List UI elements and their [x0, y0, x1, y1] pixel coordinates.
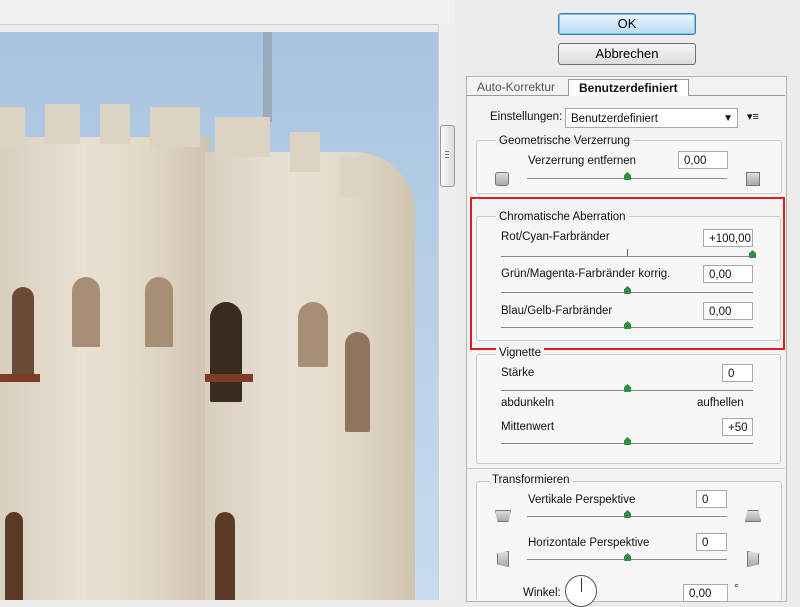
remove-distortion-field[interactable]: 0,00 — [678, 151, 728, 169]
angle-field[interactable]: 0,00 — [683, 584, 728, 602]
grip-line — [445, 154, 449, 155]
merlon — [340, 157, 370, 197]
amount-label: Stärke — [501, 367, 535, 379]
scrollbar-thumb[interactable] — [440, 125, 455, 187]
darken-label: abdunkeln — [501, 397, 555, 409]
window-sill — [205, 374, 253, 382]
window-sill — [0, 374, 40, 382]
merlon — [100, 104, 130, 144]
angle-label: Winkel: — [523, 587, 561, 599]
geometric-group — [476, 140, 782, 194]
merlon — [45, 104, 80, 144]
flagpole — [263, 32, 272, 122]
settings-select[interactable]: Benutzerdefiniert ▼ — [565, 108, 738, 128]
merlon — [215, 117, 270, 157]
pincushion-distortion-icon — [746, 172, 760, 186]
barrel-distortion-icon — [495, 172, 509, 186]
vertical-perspective-left-icon — [495, 510, 511, 522]
horizontal-perspective-label: Horizontale Perspektive — [528, 537, 650, 549]
tab-auto-correction[interactable]: Auto-Korrektur — [471, 79, 561, 96]
merlon — [290, 132, 320, 172]
vertical-perspective-label: Vertikale Perspektive — [528, 494, 636, 506]
vertical-perspective-field[interactable]: 0 — [696, 490, 727, 508]
grip-line — [445, 157, 449, 158]
window — [215, 512, 235, 600]
merlon — [0, 107, 25, 147]
midpoint-label: Mittenwert — [501, 421, 555, 433]
cancel-button[interactable]: Abbrechen — [558, 43, 696, 65]
window — [145, 277, 173, 347]
tab-custom[interactable]: Benutzerdefiniert — [568, 79, 689, 96]
horizontal-perspective-field[interactable]: 0 — [696, 533, 727, 551]
window — [298, 302, 328, 367]
amount-field[interactable]: 0 — [722, 364, 753, 382]
window — [72, 277, 100, 347]
merlon — [150, 107, 200, 147]
preview-scrollbar[interactable] — [438, 24, 456, 600]
window — [5, 512, 23, 600]
ok-button[interactable]: OK — [558, 13, 696, 35]
settings-menu-icon[interactable]: ▾≡ — [747, 110, 759, 123]
geometric-title: Geometrische Verzerrung — [496, 135, 634, 147]
vignette-title: Vignette — [496, 347, 544, 359]
window — [210, 302, 242, 402]
section-divider — [466, 468, 785, 469]
chevron-down-icon: ▼ — [723, 113, 733, 124]
remove-distortion-label: Verzerrung entfernen — [528, 155, 637, 167]
highlight-box — [470, 197, 785, 350]
grip-line — [445, 151, 449, 152]
window — [345, 332, 370, 432]
preview-image[interactable] — [0, 32, 438, 600]
settings-select-value: Benutzerdefiniert — [571, 113, 658, 125]
window — [12, 287, 34, 377]
horizontal-perspective-left-icon — [497, 551, 509, 567]
horizontal-perspective-right-icon — [747, 551, 759, 567]
angle-dial-needle — [581, 578, 582, 592]
angle-unit: ° — [734, 583, 739, 595]
transform-title: Transformieren — [489, 474, 573, 486]
lighten-label: aufhellen — [697, 397, 744, 409]
vertical-perspective-right-icon — [745, 510, 761, 522]
angle-dial[interactable] — [565, 575, 597, 607]
midpoint-field[interactable]: +50 — [722, 418, 753, 436]
settings-label: Einstellungen: — [490, 111, 563, 123]
preview-toolbar — [0, 0, 455, 25]
